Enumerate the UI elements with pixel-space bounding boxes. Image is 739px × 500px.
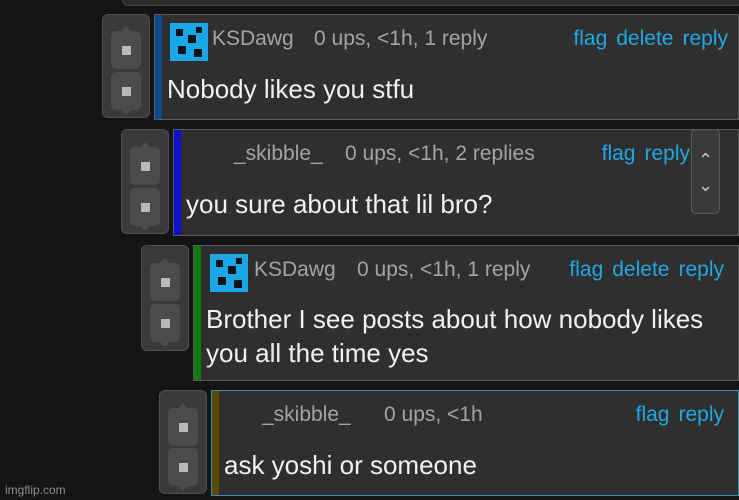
comment-text: you sure about that lil bro? xyxy=(186,189,493,219)
downvote-icon xyxy=(160,318,170,328)
previous-comment-edge xyxy=(122,0,739,6)
comment: _skibble_ 0 ups, <1h, 2 replies flag repl… xyxy=(121,129,739,236)
chevron-up-icon[interactable]: ⌃ xyxy=(692,151,719,169)
comment: KSDawg 0 ups, <1h, 1 reply flag delete rep… xyxy=(102,14,739,120)
comment-body: _skibble_ 0 ups, <1h, 2 replies flag repl… xyxy=(173,129,739,236)
comment-body: _skibble_ 0 ups, <1h flag reply ask yoshi… xyxy=(211,390,739,496)
downvote-button[interactable] xyxy=(150,304,180,347)
reply-link[interactable]: reply xyxy=(644,142,690,165)
flag-link[interactable]: flag xyxy=(636,403,670,426)
comment-body: KSDawg 0 ups, <1h, 1 reply flag delete rep… xyxy=(193,245,739,381)
downvote-button[interactable] xyxy=(130,188,160,231)
upvote-icon xyxy=(121,45,131,55)
username-link[interactable]: KSDawg xyxy=(254,258,336,282)
comment-text: Nobody likes you stfu xyxy=(167,74,415,104)
upvote-icon xyxy=(140,161,150,171)
comment-body: KSDawg 0 ups, <1h, 1 reply flag delete rep… xyxy=(154,14,739,120)
comment-meta: _skibble_ 0 ups, <1h flag reply xyxy=(224,399,728,429)
vote-box xyxy=(121,129,169,234)
comment-stats: 0 ups, <1h, 1 reply xyxy=(357,258,531,281)
downvote-button[interactable] xyxy=(111,72,141,115)
upvote-button[interactable] xyxy=(150,258,180,301)
flag-link[interactable]: flag xyxy=(573,27,607,50)
vote-box xyxy=(102,14,150,118)
comment-stats: 0 ups, <1h, 2 replies xyxy=(345,142,535,165)
flag-link[interactable]: flag xyxy=(569,258,603,281)
reply-link[interactable]: reply xyxy=(678,403,724,426)
avatar[interactable] xyxy=(170,23,208,61)
comment: _skibble_ 0 ups, <1h flag reply ask yoshi… xyxy=(159,390,739,496)
comment: KSDawg 0 ups, <1h, 1 reply flag delete rep… xyxy=(141,245,739,381)
username-link[interactable]: KSDawg xyxy=(212,27,294,51)
thread-stripe xyxy=(174,130,181,235)
avatar[interactable] xyxy=(210,254,248,292)
username-link[interactable]: _skibble_ xyxy=(234,142,323,166)
comment-meta: KSDawg 0 ups, <1h, 1 reply flag delete rep… xyxy=(206,254,728,292)
thread-stripe xyxy=(212,391,219,495)
flag-link[interactable]: flag xyxy=(602,142,636,165)
watermark: imgflip.com xyxy=(5,483,66,497)
chevron-down-icon[interactable]: ⌄ xyxy=(692,176,719,194)
upvote-button[interactable] xyxy=(168,403,198,446)
upvote-button[interactable] xyxy=(111,26,141,69)
upvote-icon xyxy=(178,422,188,432)
vote-box xyxy=(159,390,207,494)
thread-stripe xyxy=(155,15,162,119)
downvote-icon xyxy=(178,462,188,472)
reply-link[interactable]: reply xyxy=(682,27,728,50)
vote-box xyxy=(141,245,189,351)
delete-link[interactable]: delete xyxy=(612,258,669,281)
comment-stats: 0 ups, <1h, 1 reply xyxy=(314,27,488,50)
comment-text: ask yoshi or someone xyxy=(224,450,477,480)
upvote-button[interactable] xyxy=(130,142,160,185)
delete-link[interactable]: delete xyxy=(616,27,673,50)
downvote-button[interactable] xyxy=(168,448,198,491)
downvote-icon xyxy=(121,86,131,96)
comment-meta: KSDawg 0 ups, <1h, 1 reply flag delete rep… xyxy=(167,23,728,61)
comment-actions: flag delete reply xyxy=(564,27,728,51)
comment-actions: flag delete reply xyxy=(560,258,724,282)
reply-link[interactable]: reply xyxy=(678,258,724,281)
comment-meta: _skibble_ 0 ups, <1h, 2 replies flag repl… xyxy=(186,138,728,168)
scroll-control[interactable]: ⌃ ⌄ xyxy=(691,129,720,214)
comment-stats: 0 ups, <1h xyxy=(384,403,483,426)
comment-actions: flag reply xyxy=(593,142,690,166)
comment-actions: flag reply xyxy=(627,403,724,427)
downvote-icon xyxy=(140,202,150,212)
thread-stripe xyxy=(194,246,201,380)
comment-text: Brother I see posts about how nobody lik… xyxy=(206,304,704,368)
upvote-icon xyxy=(160,277,170,287)
username-link[interactable]: _skibble_ xyxy=(262,403,351,427)
